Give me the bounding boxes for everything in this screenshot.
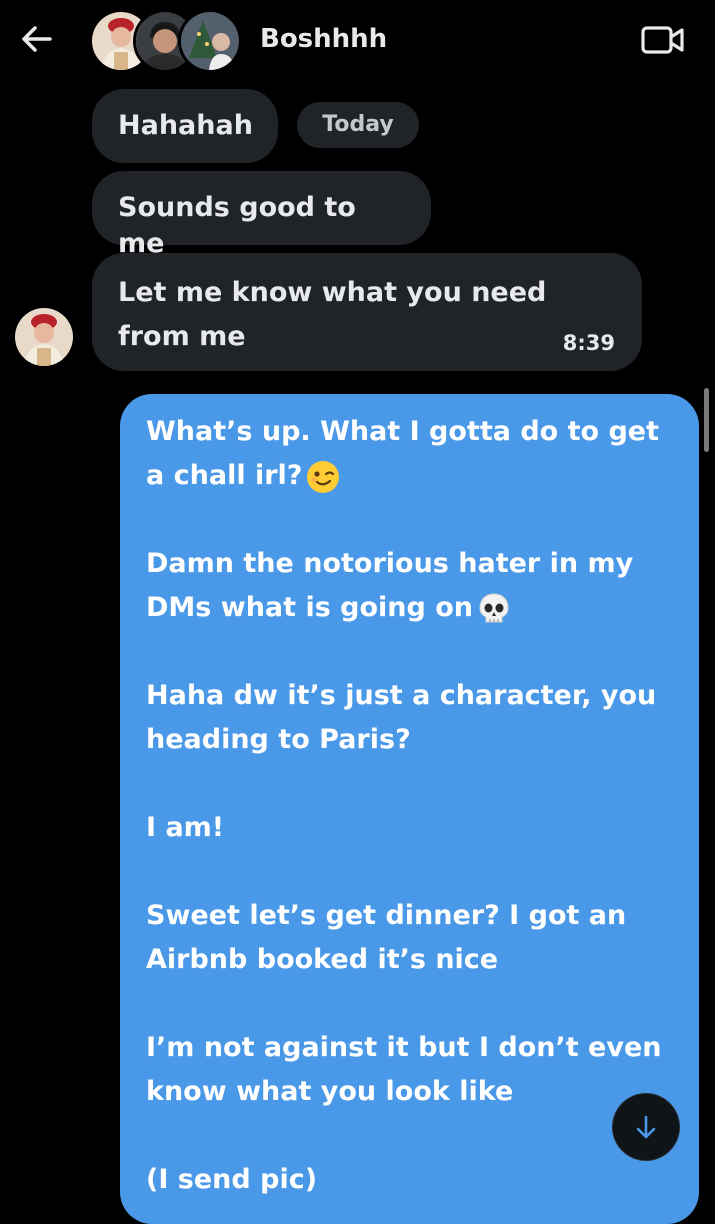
message-paragraph: I’m not against it but I don’t even know… — [146, 1032, 671, 1107]
message-paragraph: Sweet let’s get dinner? I got an Airbnb … — [146, 900, 636, 975]
received-message[interactable]: Sounds good to me — [92, 171, 431, 259]
conversation-title[interactable]: Boshhhh — [260, 22, 387, 56]
skull-emoji-icon — [479, 592, 509, 622]
back-button[interactable] — [18, 20, 56, 58]
participant-avatar[interactable] — [178, 9, 242, 73]
arrow-left-icon — [22, 26, 52, 52]
message-text: Sounds good to me — [118, 192, 356, 259]
date-divider: Today — [297, 102, 419, 148]
arrow-down-icon — [636, 1115, 656, 1139]
message-paragraph: Haha dw it’s just a character, you headi… — [146, 680, 666, 755]
received-message[interactable]: Let me know what you need from me 8:39 — [92, 253, 642, 371]
message-paragraph: Damn the notorious hater in my DMs what … — [146, 542, 673, 630]
received-message[interactable]: Hahahah — [92, 89, 278, 163]
scroll-to-bottom-button[interactable] — [613, 1094, 679, 1160]
video-camera-icon — [641, 26, 684, 54]
winking-face-emoji-icon — [307, 460, 340, 493]
message-text: Let me know what you need from me — [118, 277, 547, 352]
scrollbar[interactable] — [704, 388, 709, 452]
message-paragraph: I am! — [146, 812, 225, 843]
message-timestamp: 8:39 — [562, 331, 615, 355]
sent-message[interactable]: What’s up. What I gotta do to get a chal… — [120, 394, 699, 1224]
sender-avatar[interactable] — [15, 308, 73, 366]
message-paragraph: (I send pic) — [146, 1164, 318, 1195]
message-text: Hahahah — [118, 110, 253, 141]
video-call-button[interactable] — [640, 22, 686, 58]
conversation-header: Boshhhh — [0, 0, 715, 80]
message-paragraph: What’s up. What I gotta do to get a chal… — [146, 410, 673, 498]
